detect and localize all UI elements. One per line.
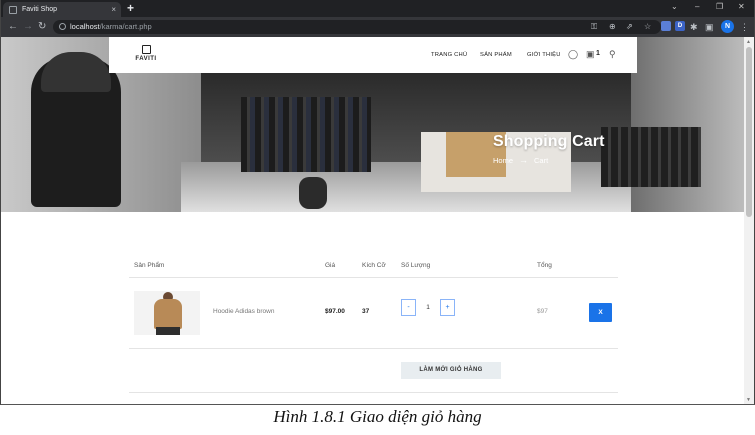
nav-home-link[interactable]: TRANG CHỦ — [431, 52, 467, 58]
footer-divider — [129, 392, 618, 393]
site-logo[interactable]: FAVITI — [131, 45, 161, 67]
cart-count-badge: 1 — [596, 50, 600, 57]
menu-kebab-icon[interactable]: ⋮ — [740, 21, 749, 34]
breadcrumb: Home → Cart — [493, 155, 548, 166]
tab-title: Faviti Shop — [22, 6, 58, 13]
zoom-icon[interactable]: ⊕ — [609, 22, 616, 32]
tab-strip: Faviti Shop × + ⌄ – ❐ ✕ — [1, 0, 754, 17]
product-image-pants — [156, 327, 180, 335]
scroll-down-icon[interactable]: ▼ — [746, 397, 751, 403]
user-icon[interactable]: ◯ — [568, 49, 578, 59]
cart-bag-icon[interactable]: ▣ — [586, 49, 595, 59]
minimize-button[interactable]: – — [695, 2, 699, 12]
new-tab-button[interactable]: + — [127, 2, 134, 15]
reload-icon[interactable]: ↻ — [38, 20, 46, 33]
share-icon[interactable]: ⇗ — [626, 22, 633, 32]
scroll-up-icon[interactable]: ▲ — [746, 39, 751, 45]
header-price: Giá — [325, 262, 336, 269]
increase-quantity-button[interactable]: + — [440, 299, 455, 316]
product-name[interactable]: Hoodie Adidas brown — [213, 308, 274, 315]
key-icon[interactable]: ⚿ — [591, 22, 597, 32]
address-bar[interactable]: localhost/karma/cart.php ⚿ ⊕ ⇗ ☆ — [53, 20, 661, 34]
side-panel-icon[interactable]: ▣ — [705, 21, 714, 34]
browser-toolbar: ← → ↻ localhost/karma/cart.php ⚿ ⊕ ⇗ ☆ D… — [1, 17, 754, 37]
bookmark-star-icon[interactable]: ☆ — [644, 22, 651, 32]
breadcrumb-home-link[interactable]: Home — [493, 156, 513, 165]
logo-mark-icon — [141, 45, 151, 54]
tab-close-icon[interactable]: × — [111, 5, 116, 14]
product-price: $97.00 — [325, 308, 345, 315]
quantity-stepper: - 1 + — [401, 299, 455, 316]
profile-avatar[interactable]: N — [721, 20, 734, 33]
update-cart-button[interactable]: LÀM MỚI GIỎ HÀNG — [401, 362, 501, 379]
url-text[interactable]: localhost/karma/cart.php — [70, 22, 152, 32]
figure-caption: Hình 1.8.1 Giao diện giỏ hàng — [273, 407, 482, 426]
product-image-hoodie — [154, 299, 182, 329]
header-total: Tổng — [537, 262, 552, 269]
browser-window: Faviti Shop × + ⌄ – ❐ ✕ ← → ↻ localhost/… — [0, 0, 755, 405]
product-size: 37 — [362, 308, 370, 315]
extension-icon[interactable] — [661, 21, 671, 31]
breadcrumb-current[interactable]: Cart — [534, 156, 548, 165]
nav-products-link[interactable]: SẢN PHẨM — [480, 52, 512, 58]
scrollbar-thumb[interactable] — [746, 47, 752, 217]
restore-button[interactable]: ❐ — [716, 2, 723, 12]
remove-item-button[interactable]: X — [589, 303, 612, 322]
hero-photo-clothing-rack — [241, 97, 371, 172]
page-viewport: Shopping Cart Home → Cart FAVITI TRANG C… — [1, 37, 744, 404]
logo-text: FAVITI — [135, 56, 157, 62]
page-icon — [9, 5, 17, 14]
header-product: Sản Phẩm — [134, 262, 165, 269]
nav-about-link[interactable]: GIỚI THIỆU — [527, 52, 561, 58]
forward-icon[interactable]: → — [23, 20, 33, 33]
page-title: Shopping Cart — [493, 133, 605, 150]
breadcrumb-arrow-icon: → — [519, 155, 529, 165]
decrease-quantity-button[interactable]: - — [401, 299, 416, 316]
row-divider — [129, 348, 618, 349]
back-icon[interactable]: ← — [8, 20, 18, 33]
header-quantity: Số Lượng — [401, 262, 431, 269]
page-scrollbar[interactable]: ▲ ▼ — [744, 37, 754, 404]
close-window-button[interactable]: ✕ — [738, 2, 745, 12]
product-image[interactable] — [134, 291, 200, 335]
site-info-icon[interactable] — [59, 23, 66, 30]
extension-d-icon[interactable]: D — [675, 21, 685, 31]
hero-photo-clothing-rack-right — [601, 127, 701, 187]
tab-search-icon[interactable]: ⌄ — [671, 2, 678, 12]
browser-tab[interactable]: Faviti Shop × — [3, 2, 121, 17]
header-size: Kích Cỡ — [362, 262, 386, 269]
extensions-puzzle-icon[interactable]: ✱ — [690, 21, 698, 34]
quantity-value[interactable]: 1 — [416, 299, 440, 316]
search-icon[interactable]: ⚲ — [609, 49, 616, 59]
header-divider — [129, 277, 618, 278]
site-header: FAVITI TRANG CHỦ SẢN PHẨM GIỚI THIỆU ◯ ▣… — [109, 37, 637, 73]
product-total: $97 — [537, 308, 548, 315]
hero-photo-bag — [299, 177, 327, 209]
